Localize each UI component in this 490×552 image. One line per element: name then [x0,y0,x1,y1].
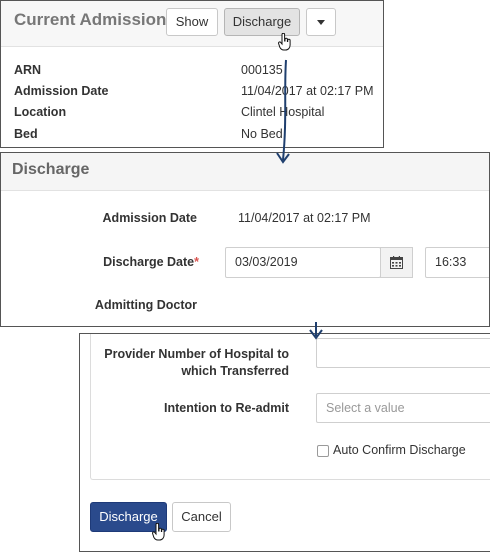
location-value: Clintel Hospital [241,105,325,119]
discharge-button[interactable]: Discharge [224,8,300,36]
hand-pointer-icon [152,523,165,541]
current-admission-title: Current Admission [14,10,167,29]
discharge-date-label: Discharge Date* [103,255,199,269]
discharge-date-input[interactable]: 03/03/2019 [225,247,381,278]
form-admission-date-value: 11/04/2017 at 02:17 PM [238,211,371,225]
admission-date-label: Admission Date [14,84,109,98]
calendar-icon [390,256,403,269]
hand-pointer-icon [278,33,291,51]
provider-number-label: Provider Number of Hospital to which Tra… [104,346,289,380]
admitting-doctor-label: Admitting Doctor [94,298,197,312]
show-button[interactable]: Show [166,8,218,36]
cancel-button[interactable]: Cancel [172,502,231,532]
form-admission-date-label: Admission Date [102,211,197,225]
discharge-time-input[interactable]: 16:33 [425,247,489,278]
auto-confirm-label: Auto Confirm Discharge [333,443,466,457]
provider-number-input[interactable] [316,338,490,368]
calendar-button[interactable] [380,247,413,278]
bed-value: No Bed [241,127,283,141]
arn-label: ARN [14,63,42,77]
bed-label: Bed [14,127,38,141]
location-label: Location [14,105,67,119]
provider-number-label-line2: which Transferred [181,364,289,378]
required-asterisk: * [194,255,199,269]
readmit-select[interactable]: Select a value [316,393,490,423]
auto-confirm-checkbox[interactable] [317,445,329,457]
arn-value: 000135 [241,63,283,77]
caret-down-icon [317,20,325,26]
discharge-form-title: Discharge [12,161,90,178]
readmit-label: Intention to Re-admit [164,401,289,415]
discharge-date-label-text: Discharge Date [103,255,195,269]
discharge-form-panel: Discharge Admission Date 11/04/2017 at 0… [0,152,490,327]
admission-date-value: 11/04/2017 at 02:17 PM [241,84,374,98]
current-admission-panel: Current Admission Show Discharge ARN 000… [0,0,384,148]
provider-number-label-line1: Provider Number of Hospital to [104,347,289,361]
discharge-footer-panel: Provider Number of Hospital to which Tra… [79,333,490,552]
more-options-button[interactable] [306,8,336,36]
